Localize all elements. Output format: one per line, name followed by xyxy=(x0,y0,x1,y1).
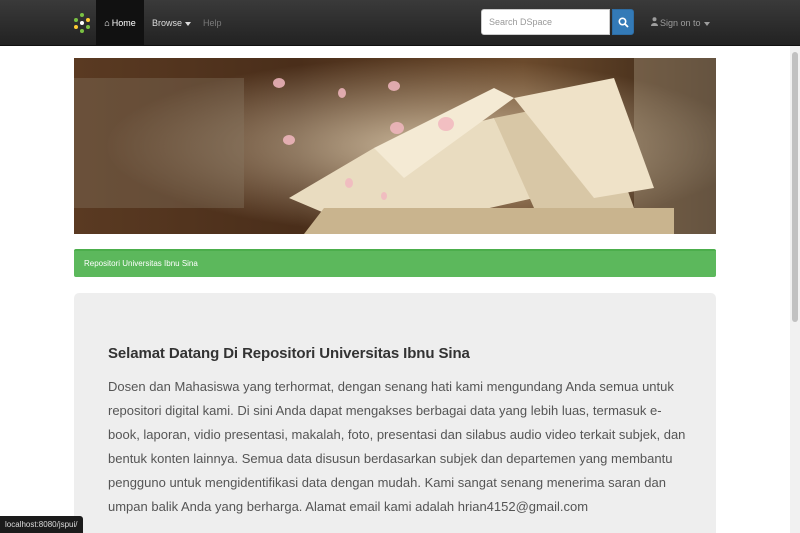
search-input[interactable] xyxy=(481,9,610,35)
banner-image xyxy=(74,58,716,234)
search-button[interactable] xyxy=(612,9,634,35)
nav-home[interactable]: ⌂ Home xyxy=(96,0,144,46)
welcome-title: Selamat Datang Di Repositori Universitas… xyxy=(108,345,470,362)
nav-browse-label: Browse xyxy=(152,18,183,28)
nav-help-label: Help xyxy=(203,18,222,28)
top-navbar: ⌂Home Browse Help Sign on to xyxy=(0,0,800,46)
sign-in-dropdown[interactable]: Sign on to xyxy=(651,0,710,46)
chevron-down-icon xyxy=(185,21,192,26)
chevron-down-icon xyxy=(703,21,710,26)
user-icon xyxy=(651,0,658,46)
page-scrollbar[interactable] xyxy=(790,46,800,533)
welcome-jumbotron: Selamat Datang Di Repositori Universitas… xyxy=(74,293,716,533)
nav-help[interactable]: Help xyxy=(203,0,222,46)
sign-in-label: Sign on to xyxy=(660,18,701,28)
nav-browse-dropdown[interactable]: Browse xyxy=(152,0,192,46)
home-icon: ⌂ xyxy=(104,18,110,28)
nav-home-label: Home xyxy=(111,18,136,28)
scrollbar-thumb[interactable] xyxy=(792,52,798,322)
dspace-logo-icon[interactable] xyxy=(72,12,92,34)
breadcrumb: Repositori Universitas Ibnu Sina xyxy=(74,249,716,277)
search-icon xyxy=(618,17,629,28)
breadcrumb-link-repository[interactable]: Repositori Universitas Ibnu Sina xyxy=(84,251,198,277)
welcome-text: Dosen dan Mahasiswa yang terhormat, deng… xyxy=(108,379,686,514)
status-bar-url: localhost:8080/jspui/ xyxy=(0,516,83,533)
